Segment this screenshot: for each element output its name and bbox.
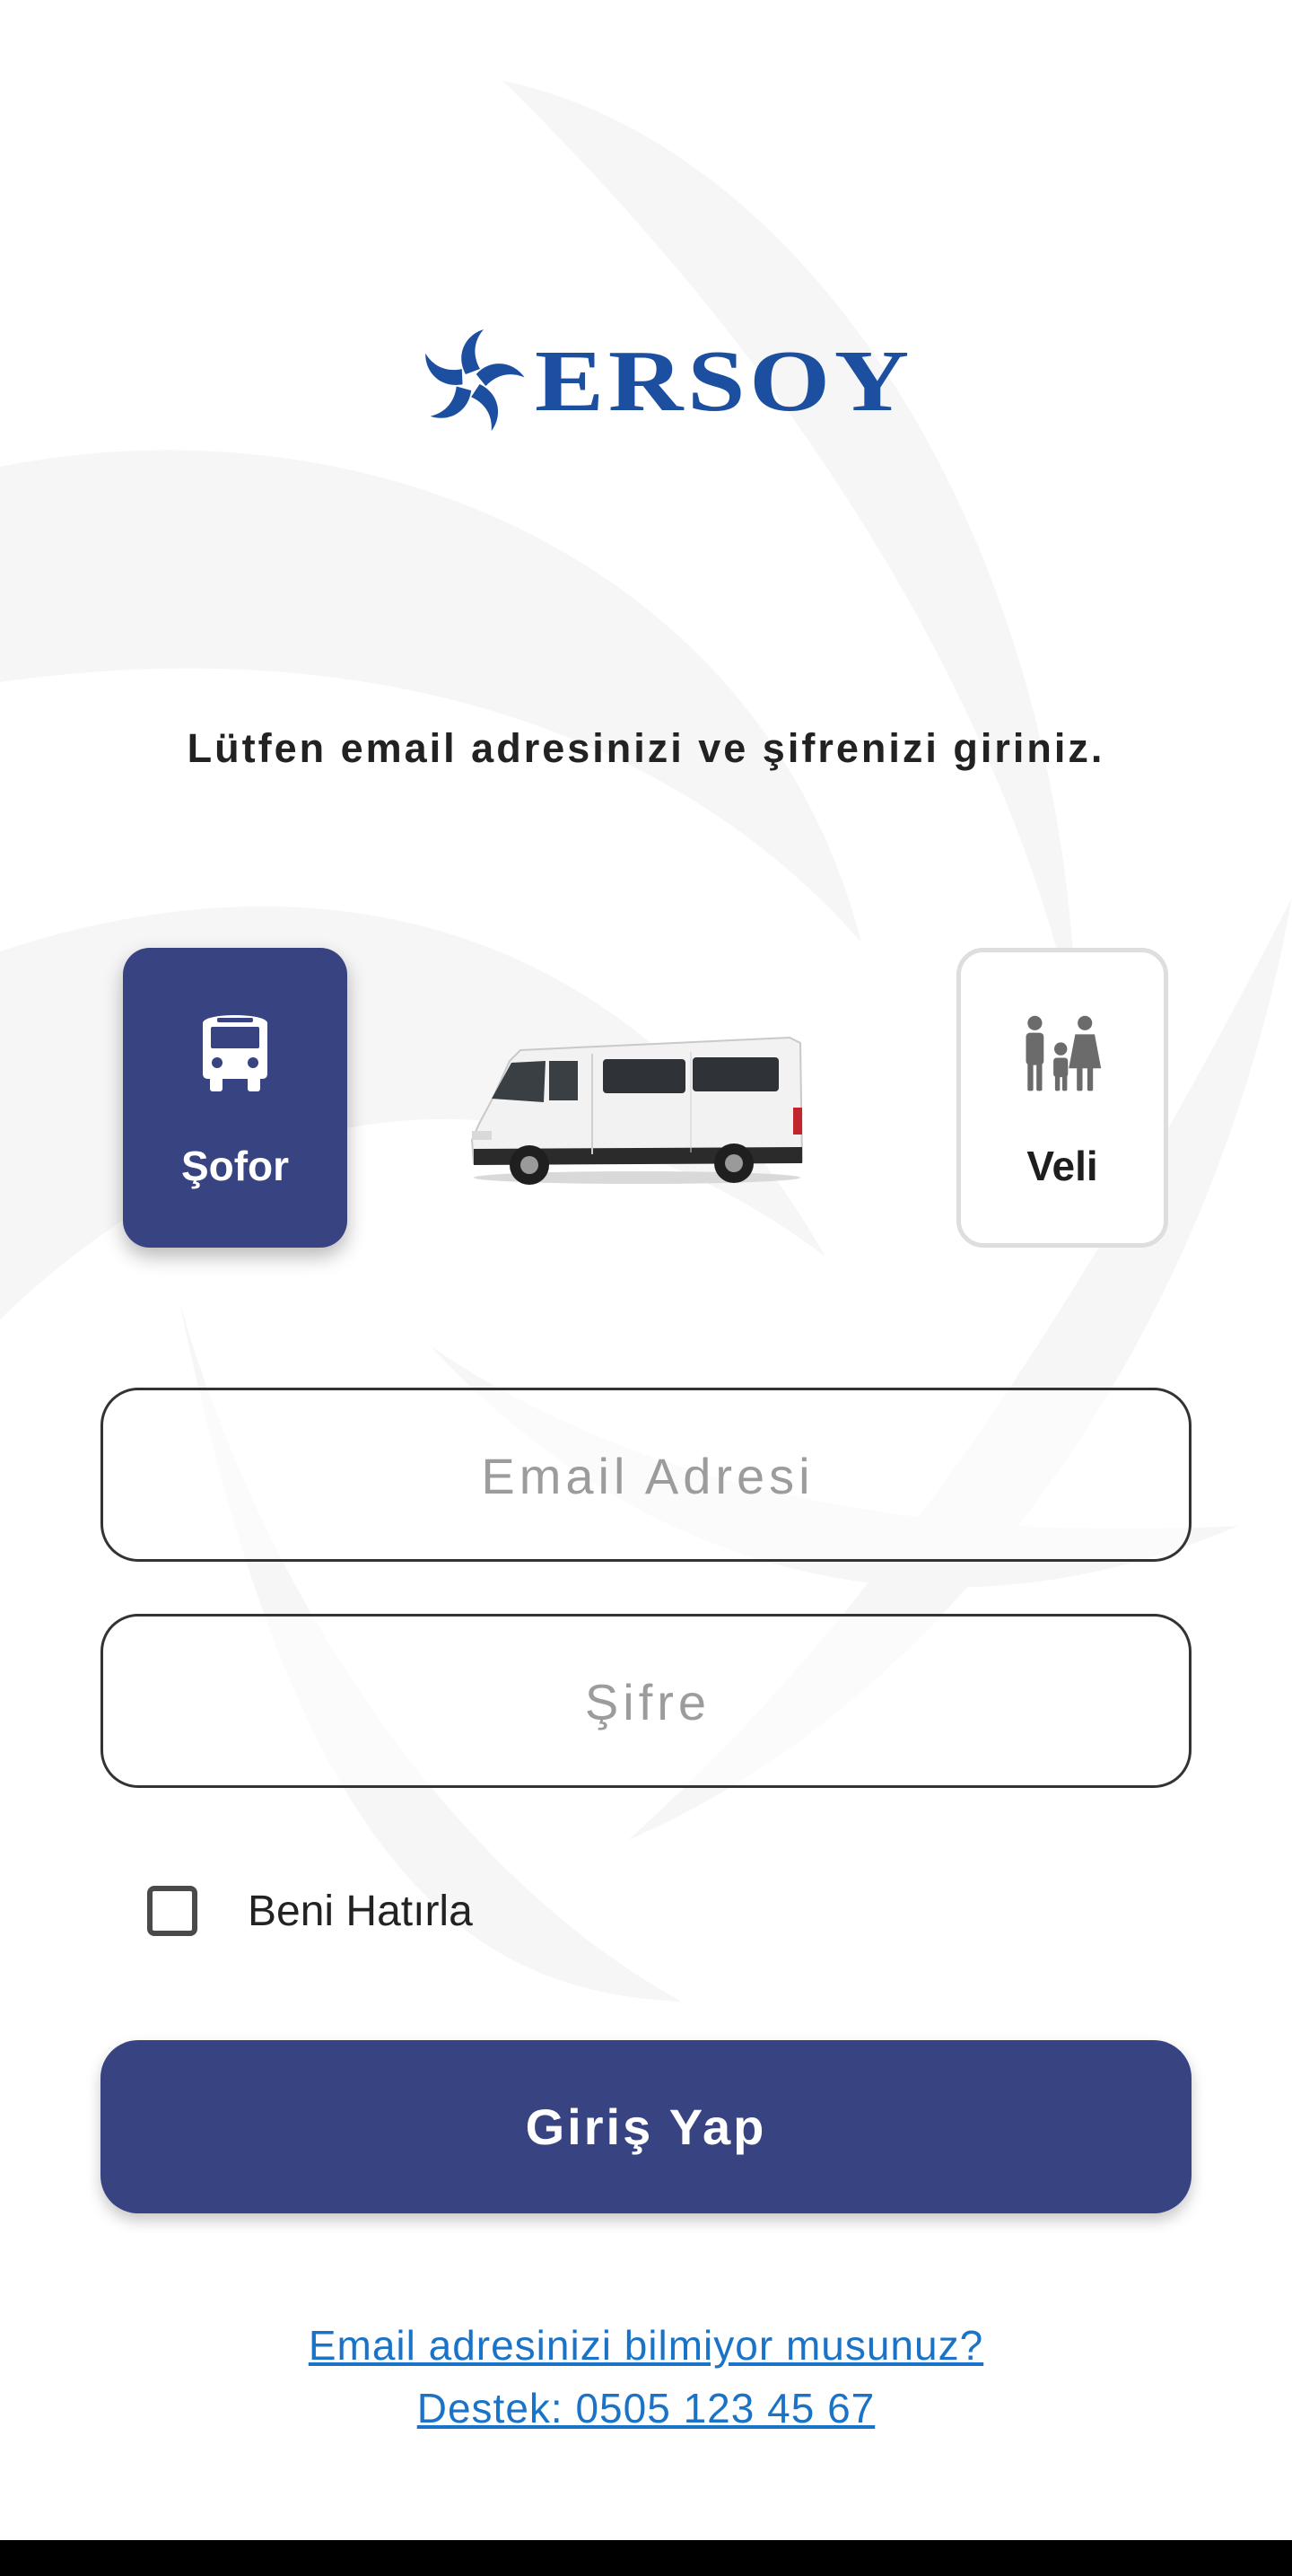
- minibus-image: [470, 1036, 804, 1185]
- email-input[interactable]: [103, 1390, 1192, 1561]
- remember-me-label: Beni Hatırla: [248, 1887, 473, 1935]
- role-driver-label: Şofor: [180, 1143, 290, 1189]
- support-help: Email adresinizi bilmiyor musunuz? Deste…: [0, 2314, 1292, 2440]
- system-bottom-bar: [0, 2540, 1292, 2576]
- brand-name: ERSOY: [535, 333, 914, 430]
- password-input[interactable]: [103, 1617, 1192, 1787]
- forgot-email-link[interactable]: Email adresinizi bilmiyor musunuz?: [0, 2314, 1292, 2377]
- login-button[interactable]: Giriş Yap: [100, 2040, 1192, 2213]
- ersoy-logo-icon: [425, 329, 525, 432]
- login-instruction: Lütfen email adresinizi ve şifrenizi gir…: [187, 725, 1105, 771]
- role-parent-label: Veli: [1026, 1143, 1098, 1189]
- password-field[interactable]: [100, 1614, 1192, 1788]
- support-phone-link[interactable]: Destek: 0505 123 45 67: [0, 2377, 1292, 2440]
- role-parent-button[interactable]: Veli: [956, 948, 1168, 1248]
- role-driver-button[interactable]: Şofor: [123, 948, 347, 1248]
- brand-logo: ERSOY: [413, 323, 909, 440]
- bus-icon: [195, 1011, 275, 1100]
- remember-me-checkbox[interactable]: [147, 1886, 197, 1936]
- email-field[interactable]: [100, 1388, 1192, 1562]
- family-icon: [1022, 1011, 1103, 1100]
- remember-me[interactable]: Beni Hatırla: [147, 1886, 473, 1936]
